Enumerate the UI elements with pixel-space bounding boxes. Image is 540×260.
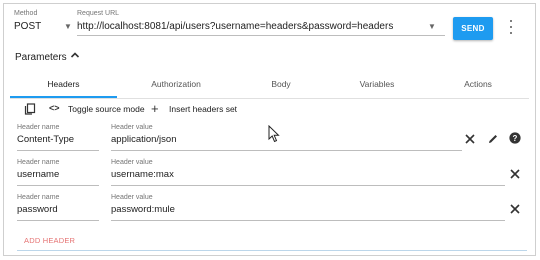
send-button[interactable]: SEND — [453, 17, 493, 40]
method-label: Method — [14, 10, 38, 17]
parameters-title: Parameters — [15, 52, 67, 63]
more-options-kebab-icon[interactable] — [507, 18, 515, 36]
header-name-underline — [17, 150, 99, 151]
url-underline — [77, 35, 445, 36]
remove-header-close-icon[interactable] — [464, 133, 476, 145]
tab-headers[interactable]: Headers — [10, 71, 117, 97]
remove-header-close-icon[interactable] — [509, 168, 521, 180]
header-value-underline — [111, 150, 462, 151]
tab-variables[interactable]: Variables — [327, 71, 427, 97]
code-icon[interactable]: <> — [49, 103, 60, 113]
tab-body[interactable]: Body — [235, 71, 327, 97]
header-value-input[interactable]: application/json — [111, 134, 177, 145]
header-name-label: Header name — [17, 159, 60, 166]
request-url-field[interactable]: Request URL http://localhost:8081/api/us… — [77, 10, 445, 32]
insert-headers-set-button[interactable]: Insert headers set — [169, 104, 237, 114]
tabs-divider — [10, 98, 529, 99]
mouse-pointer-icon — [268, 125, 280, 143]
header-value-underline — [111, 220, 505, 221]
method-dropdown-arrow-icon[interactable]: ▼ — [64, 22, 72, 31]
header-value-input[interactable]: password:mule — [111, 204, 175, 215]
svg-text:?: ? — [513, 134, 518, 143]
method-value: POST — [14, 21, 42, 32]
header-value-label: Header value — [111, 194, 153, 201]
remove-header-close-icon[interactable] — [509, 203, 521, 215]
tab-authorization[interactable]: Authorization — [117, 71, 235, 97]
method-select[interactable]: Method POST ▼ — [14, 10, 72, 32]
header-row: Header name Header value username userna… — [17, 159, 527, 189]
header-name-input[interactable]: Content-Type — [17, 134, 74, 145]
header-name-underline — [17, 185, 99, 186]
header-name-underline — [17, 220, 99, 221]
tab-bar: Headers Authorization Body Variables Act… — [10, 71, 529, 97]
header-name-input[interactable]: username — [17, 169, 59, 180]
request-editor-panel: Method POST ▼ Request URL http://localho… — [3, 3, 536, 256]
header-value-label: Header value — [111, 159, 153, 166]
url-label: Request URL — [77, 10, 120, 17]
url-value[interactable]: http://localhost:8081/api/users?username… — [77, 21, 393, 32]
add-header-button[interactable]: ADD HEADER — [24, 236, 75, 245]
collapse-chevron-up-icon[interactable] — [69, 49, 81, 61]
section-bottom-divider — [17, 250, 527, 251]
header-row: Header name Header value password passwo… — [17, 194, 527, 224]
header-value-underline — [111, 185, 505, 186]
toggle-source-mode-button[interactable]: Toggle source mode — [68, 104, 145, 114]
help-question-icon[interactable]: ? — [509, 132, 521, 144]
edit-pencil-icon[interactable] — [487, 133, 499, 145]
copy-icon[interactable] — [24, 103, 36, 115]
header-value-label: Header value — [111, 124, 153, 131]
tab-actions[interactable]: Actions — [427, 71, 529, 97]
header-name-label: Header name — [17, 124, 60, 131]
header-name-label: Header name — [17, 194, 60, 201]
header-name-input[interactable]: password — [17, 204, 58, 215]
url-history-chevron-down-icon[interactable]: ▼ — [428, 22, 436, 31]
header-value-input[interactable]: username:max — [111, 169, 174, 180]
plus-icon[interactable]: + — [151, 101, 159, 116]
